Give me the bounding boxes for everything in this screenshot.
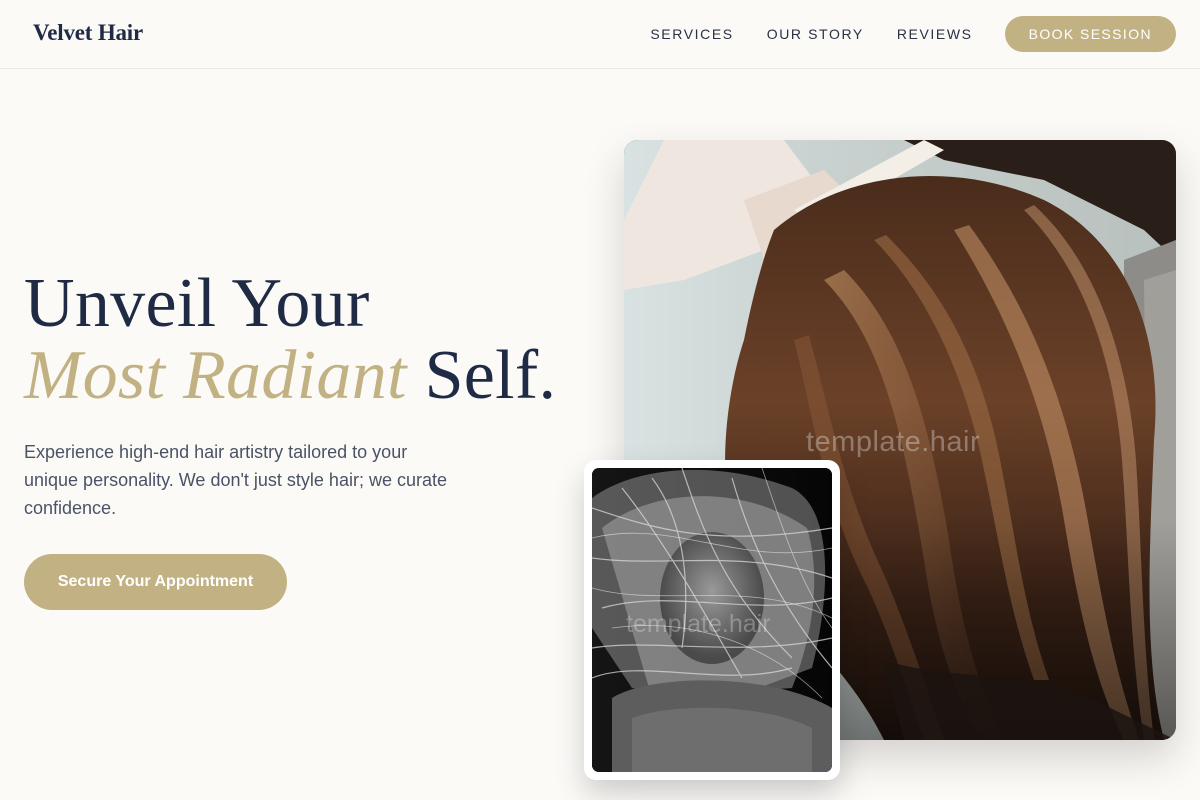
headline-accent: Most Radiant [24, 337, 407, 414]
main-nav: SERVICES OUR STORY REVIEWS BOOK SESSION [650, 16, 1176, 52]
main-image-watermark: template.hair [806, 426, 981, 458]
nav-link-services[interactable]: SERVICES [650, 26, 733, 42]
hero-inset-image-frame: template.hair [584, 460, 840, 780]
hero-inset-image: template.hair [592, 468, 832, 772]
headline-line-1: Unveil Your [24, 265, 370, 342]
book-session-button[interactable]: BOOK SESSION [1004, 16, 1176, 52]
hero-headline: Unveil Your Most Radiant Self. [24, 268, 556, 412]
headline-end: Self. [424, 337, 557, 414]
headline-line-2: Most Radiant Self. [24, 340, 556, 412]
inset-image-watermark: template.hair [626, 610, 771, 638]
secure-appointment-button[interactable]: Secure Your Appointment [24, 554, 287, 610]
hero-description: Experience high-end hair artistry tailor… [24, 442, 447, 518]
nav-link-reviews[interactable]: REVIEWS [897, 26, 973, 42]
site-header: Velvet Hair SERVICES OUR STORY REVIEWS B… [0, 0, 1200, 69]
brand-logo[interactable]: Velvet Hair [33, 20, 143, 46]
nav-link-our-story[interactable]: OUR STORY [767, 26, 864, 42]
